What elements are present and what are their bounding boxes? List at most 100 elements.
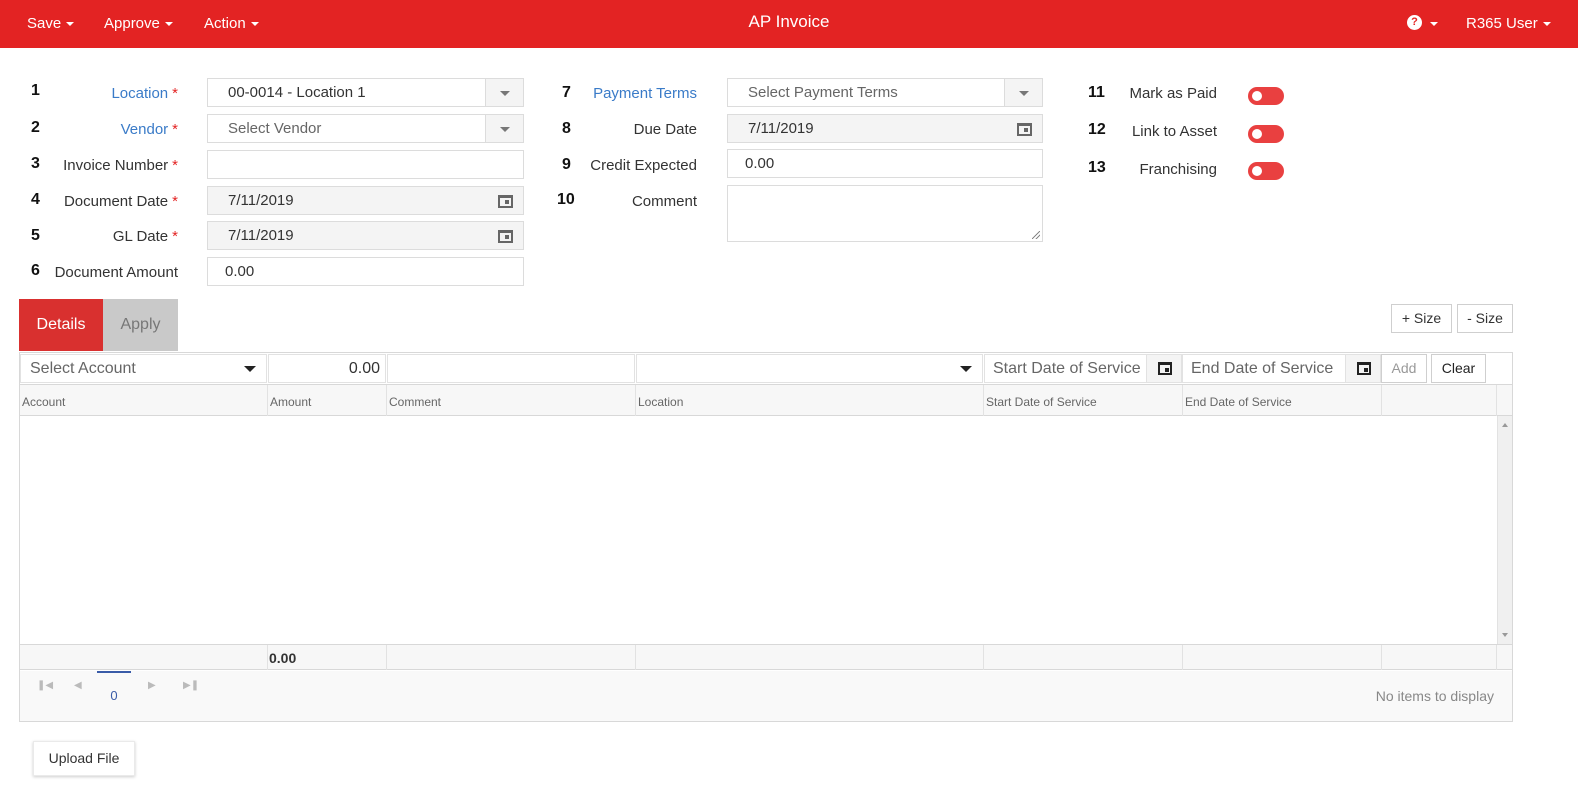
last-page-icon[interactable]: ▶❚ xyxy=(183,680,199,691)
decrease-size-button[interactable]: - Size xyxy=(1457,304,1513,333)
vendor-label-text: Vendor xyxy=(120,121,169,138)
dropdown-arrow-icon[interactable] xyxy=(1004,79,1042,106)
resize-handle-icon[interactable] xyxy=(1032,231,1040,239)
column-header-account[interactable]: Account xyxy=(20,385,268,416)
location-label[interactable]: Location * xyxy=(30,85,178,102)
invoice-number-label-text: Invoice Number xyxy=(63,157,169,174)
dropdown-arrow-icon[interactable] xyxy=(244,366,256,372)
caret-down-icon xyxy=(250,22,259,27)
due-date-value: 7/11/2019 xyxy=(748,120,814,137)
amount-input[interactable]: 0.00 xyxy=(268,354,386,383)
vertical-scrollbar[interactable] xyxy=(1497,416,1512,644)
link-to-asset-label: Link to Asset xyxy=(1131,123,1217,140)
gl-date-label-text: GL Date xyxy=(112,228,169,245)
credit-expected-input[interactable]: 0.00 xyxy=(727,149,1043,178)
payment-terms-label[interactable]: Payment Terms xyxy=(560,85,697,102)
invoice-number-input[interactable] xyxy=(207,150,524,179)
entry-row: Select Account 0.00 Start Date of Servic… xyxy=(20,353,1512,385)
field-number: 12 xyxy=(1088,121,1106,138)
document-date-input[interactable]: 7/11/2019 xyxy=(207,186,524,215)
vendor-placeholder: Select Vendor xyxy=(228,120,322,137)
calendar-icon[interactable] xyxy=(498,193,513,208)
dropdown-arrow-icon[interactable] xyxy=(485,115,523,142)
due-date-label: Due Date xyxy=(633,121,697,138)
mark-as-paid-label: Mark as Paid xyxy=(1129,85,1217,102)
dropdown-arrow-icon[interactable] xyxy=(485,79,523,106)
column-header-comment[interactable]: Comment xyxy=(387,385,636,416)
required-marker: * xyxy=(172,85,178,102)
next-page-icon[interactable]: ▶ xyxy=(148,680,156,691)
approve-menu[interactable]: Approve xyxy=(104,15,173,32)
payment-terms-placeholder: Select Payment Terms xyxy=(748,84,898,101)
scroll-down-icon[interactable] xyxy=(1502,633,1508,637)
required-marker: * xyxy=(172,193,178,210)
payment-terms-select[interactable]: Select Payment Terms xyxy=(727,78,1043,107)
location-select[interactable] xyxy=(636,354,983,383)
account-select[interactable]: Select Account xyxy=(20,354,267,383)
first-page-icon[interactable]: ❚◀ xyxy=(37,680,53,691)
gl-date-input[interactable]: 7/11/2019 xyxy=(207,221,524,250)
comment-label: Comment xyxy=(631,193,697,210)
location-value: 00-0014 - Location 1 xyxy=(228,84,366,101)
calendar-icon[interactable] xyxy=(1017,121,1032,136)
increase-size-button[interactable]: + Size xyxy=(1391,304,1452,333)
calendar-icon[interactable] xyxy=(1146,354,1182,383)
user-name: R365 User xyxy=(1466,15,1538,32)
action-menu-label: Action xyxy=(204,15,246,32)
comment-input[interactable] xyxy=(387,354,635,383)
location-select[interactable]: 00-0014 - Location 1 xyxy=(207,78,524,107)
mark-as-paid-toggle[interactable] xyxy=(1248,87,1284,105)
vendor-select[interactable]: Select Vendor xyxy=(207,114,524,143)
comment-textarea[interactable] xyxy=(727,185,1043,242)
document-date-label-text: Document Date xyxy=(63,193,169,210)
calendar-icon[interactable] xyxy=(1345,354,1381,383)
credit-expected-label: Credit Expected xyxy=(590,157,697,174)
gl-date-value: 7/11/2019 xyxy=(228,227,294,244)
column-header-location[interactable]: Location xyxy=(636,385,984,416)
column-header-actions xyxy=(1382,385,1497,416)
help-menu[interactable]: ? xyxy=(1407,14,1439,34)
grid-footer: 0.00 xyxy=(20,644,1512,670)
field-number: 13 xyxy=(1088,159,1106,176)
start-date-placeholder: Start Date of Service xyxy=(993,360,1141,377)
column-header-start-date[interactable]: Start Date of Service xyxy=(984,385,1183,416)
link-to-asset-toggle[interactable] xyxy=(1248,125,1284,143)
dropdown-arrow-icon[interactable] xyxy=(960,366,972,372)
account-placeholder: Select Account xyxy=(30,360,136,377)
save-menu-label: Save xyxy=(27,15,62,32)
page-number[interactable]: 0 xyxy=(97,671,131,703)
clear-button[interactable]: Clear xyxy=(1431,354,1486,383)
footer-cell xyxy=(20,645,268,670)
grid-header: Account Amount Comment Location Start Da… xyxy=(20,385,1512,416)
required-marker: * xyxy=(172,157,178,174)
grid-body xyxy=(20,416,1497,644)
due-date-input[interactable]: 7/11/2019 xyxy=(727,114,1043,143)
calendar-icon[interactable] xyxy=(498,228,513,243)
vendor-label[interactable]: Vendor * xyxy=(30,121,178,138)
action-menu[interactable]: Action xyxy=(204,15,259,32)
column-header-amount[interactable]: Amount xyxy=(268,385,387,416)
scroll-up-icon[interactable] xyxy=(1502,423,1508,427)
location-label-text: Location xyxy=(111,85,169,102)
column-header-end-date[interactable]: End Date of Service xyxy=(1183,385,1382,416)
document-amount-input[interactable]: 0.00 xyxy=(207,257,524,286)
required-marker: * xyxy=(172,121,178,138)
save-menu[interactable]: Save xyxy=(27,15,75,32)
footer-cell xyxy=(387,645,636,670)
add-button[interactable]: Add xyxy=(1381,354,1427,383)
question-circle-icon: ? xyxy=(1407,15,1422,30)
field-number: 11 xyxy=(1088,84,1105,101)
upload-file-button[interactable]: Upload File xyxy=(33,741,135,776)
details-grid: Select Account 0.00 Start Date of Servic… xyxy=(19,352,1513,722)
tab-apply[interactable]: Apply xyxy=(103,299,178,351)
document-date-value: 7/11/2019 xyxy=(228,192,294,209)
tab-details[interactable]: Details xyxy=(19,299,103,351)
franchising-toggle[interactable] xyxy=(1248,162,1284,180)
franchising-label: Franchising xyxy=(1139,161,1217,178)
caret-down-icon xyxy=(66,22,75,27)
caret-down-icon xyxy=(164,22,173,27)
amount-total: 0.00 xyxy=(268,645,387,670)
invoice-number-label: Invoice Number * xyxy=(30,157,178,174)
prev-page-icon[interactable]: ◀ xyxy=(74,680,82,691)
user-menu[interactable]: R365 User xyxy=(1466,15,1551,32)
